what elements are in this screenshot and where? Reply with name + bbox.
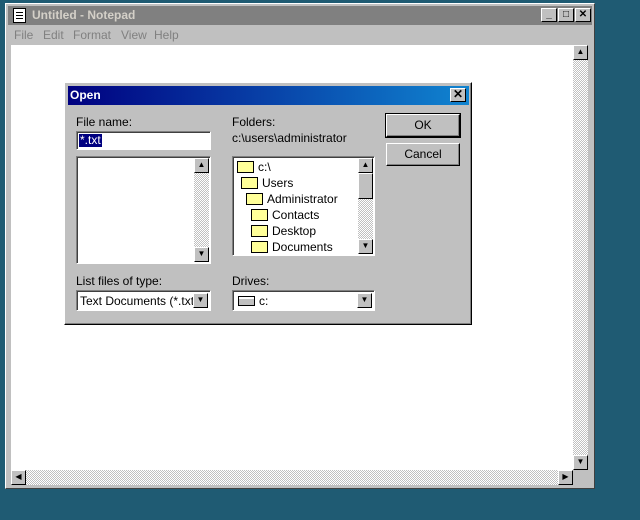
file-type-dropdown-icon[interactable]: ▼ [193,293,208,308]
file-type-select[interactable]: Text Documents (*.txt) ▼ [76,290,211,311]
folder-list-scroll-up[interactable]: ▲ [358,158,373,173]
menu-help[interactable]: Help [154,28,179,42]
folder-item-contacts[interactable]: Contacts [251,207,319,223]
folders-label: Folders: [232,115,276,129]
minimize-button[interactable]: _ [541,8,557,22]
folder-item-desktop[interactable]: Desktop [251,223,316,239]
current-path: c:\users\administrator [232,131,347,145]
folder-icon [251,208,268,221]
size-grip[interactable] [573,470,588,485]
dialog-title-bar[interactable]: Open ✕ [68,86,469,105]
drives-label: Drives: [232,274,270,288]
folder-list-scroll-down[interactable]: ▼ [358,239,373,254]
list-type-label: List files of type: [76,274,163,288]
drive-selected: c: [238,294,268,308]
open-folder-icon [246,192,263,205]
open-folder-icon [241,176,258,189]
file-list-scrollbar[interactable]: ▲ ▼ [194,158,209,262]
close-button[interactable]: ✕ [575,8,591,22]
file-name-value: *.txt [79,133,102,147]
scroll-up-button[interactable]: ▲ [573,45,588,60]
folder-list-scroll-thumb[interactable] [358,173,373,199]
file-name-label: File name: [76,115,133,129]
dialog-title: Open [70,88,101,102]
menu-edit[interactable]: Edit [43,28,64,42]
cancel-button[interactable]: Cancel [386,143,460,166]
file-type-value: Text Documents (*.txt) [80,294,199,308]
file-name-input[interactable]: *.txt [76,131,211,150]
folder-list[interactable]: c:\ Users Administrator Contacts Desktop… [232,156,375,256]
drive-icon [238,295,255,306]
drive-select[interactable]: c: ▼ [232,290,375,311]
folder-item-root[interactable]: c:\ [237,159,271,175]
scroll-right-button[interactable]: ▶ [558,470,573,485]
scroll-down-button[interactable]: ▼ [573,455,588,470]
notepad-title: Untitled - Notepad [32,8,136,22]
open-dialog: Open ✕ File name: *.txt ▲ ▼ Folders: c:\… [64,82,472,325]
dialog-close-button[interactable]: ✕ [450,88,466,102]
folder-icon [251,240,268,253]
maximize-button[interactable]: □ [558,8,574,22]
open-folder-icon [237,160,254,173]
ok-button[interactable]: OK [385,113,461,138]
notepad-title-bar[interactable]: Untitled - Notepad _ □ ✕ [8,6,592,25]
drive-dropdown-icon[interactable]: ▼ [357,293,372,308]
folder-icon [251,224,268,237]
folder-list-scrollbar[interactable]: ▲ ▼ [358,158,373,254]
horizontal-scrollbar[interactable]: ◀ ▶ [11,470,573,485]
menu-bar: File Edit Format View Help [8,25,592,45]
file-list-scroll-down[interactable]: ▼ [194,247,209,262]
menu-file[interactable]: File [14,28,33,42]
file-list[interactable]: ▲ ▼ [76,156,211,264]
folder-item-users[interactable]: Users [241,175,293,191]
menu-format[interactable]: Format [73,28,111,42]
menu-view[interactable]: View [121,28,147,42]
folder-item-administrator[interactable]: Administrator [246,191,338,207]
vertical-scrollbar[interactable]: ▲ ▼ [573,45,588,470]
notepad-app-icon [13,8,26,23]
scroll-left-button[interactable]: ◀ [11,470,26,485]
drive-value: c: [259,294,269,308]
folder-item-documents[interactable]: Documents [251,239,333,255]
file-list-scroll-up[interactable]: ▲ [194,158,209,173]
